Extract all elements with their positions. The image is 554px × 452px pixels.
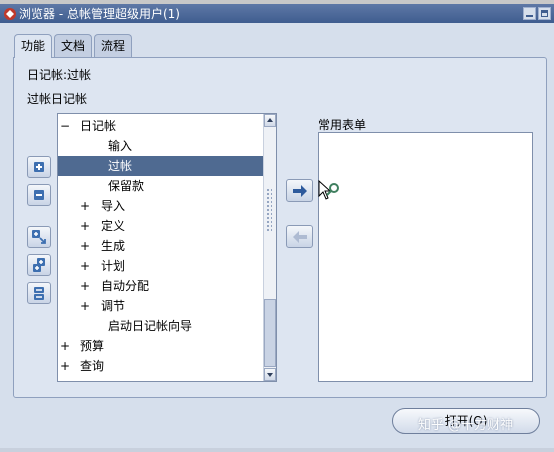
tab-bar: 功能 文档 流程 <box>14 34 134 58</box>
expand-all-icon <box>33 258 45 272</box>
tree-item-post[interactable]: 过帐 <box>58 156 264 176</box>
expand-branch-button[interactable] <box>27 226 51 248</box>
expand-toggle-icon[interactable]: + <box>80 256 90 276</box>
scroll-up-button[interactable] <box>264 114 276 127</box>
tree-item-generate[interactable]: + 生成 <box>58 236 264 256</box>
favorites-list[interactable] <box>318 132 533 382</box>
minimize-button[interactable] <box>523 7 536 20</box>
tree-item-label: 计划 <box>101 259 126 273</box>
expand-toggle-icon[interactable]: + <box>60 336 70 356</box>
tree-item-enter[interactable]: 输入 <box>58 136 264 156</box>
tree-item-label: 过帐 <box>108 159 133 173</box>
expand-toggle-icon[interactable]: + <box>80 196 90 216</box>
watermark-text: 知乎 @十方财神 <box>418 418 514 433</box>
expand-toggle-icon[interactable]: + <box>80 296 90 316</box>
tree-item-budgets[interactable]: + 预算 <box>58 336 264 356</box>
collapse-toggle-icon[interactable]: − <box>60 116 70 136</box>
function-tree[interactable]: − 日记帐 输入 过帐 保留款 + 导入 + 定义 + 生成 + 计划 + 自动… <box>57 113 277 382</box>
collapse-all-icon <box>34 287 44 300</box>
triangle-up-icon <box>267 118 273 122</box>
tree-item-inquiry[interactable]: + 查询 <box>58 356 264 376</box>
tree-item-label: 调节 <box>101 299 126 313</box>
arrow-right-icon <box>292 184 307 197</box>
tree-item-label: 自动分配 <box>101 279 150 293</box>
tree-item-label: 输入 <box>108 139 133 153</box>
expand-all-button[interactable] <box>27 254 51 276</box>
tree-item-journals[interactable]: − 日记帐 <box>58 116 264 136</box>
tree-scrollbar[interactable] <box>263 114 276 381</box>
expand-toggle-icon[interactable]: + <box>60 356 70 376</box>
triangle-down-icon <box>267 373 273 377</box>
title-bar: 浏览器 - 总帐管理超级用户(1) <box>0 4 554 23</box>
tree-item-reserve[interactable]: 保留款 <box>58 176 264 196</box>
bottom-strip <box>0 448 554 452</box>
add-to-favorites-button[interactable] <box>286 179 313 202</box>
maximize-button[interactable] <box>538 7 551 20</box>
tree-item-define[interactable]: + 定义 <box>58 216 264 236</box>
tree-item-label: 启动日记帐向导 <box>108 319 193 333</box>
tree-item-reconcile[interactable]: + 调节 <box>58 296 264 316</box>
tree-item-label: 定义 <box>101 219 126 233</box>
expand-toggle-icon[interactable]: + <box>80 236 90 256</box>
splitter-grip[interactable] <box>266 188 272 232</box>
mouse-cursor-icon <box>318 180 339 200</box>
tree-item-label: 保留款 <box>108 179 145 193</box>
tab-functions[interactable]: 功能 <box>14 34 53 58</box>
tree-item-label: 日记帐 <box>80 119 117 133</box>
window-title: 浏览器 - 总帐管理超级用户(1) <box>19 7 180 21</box>
favorites-label: 常用表单 <box>318 118 367 132</box>
selected-function-label: 过帐日记帐 <box>27 92 88 106</box>
tab-documents[interactable]: 文档 <box>54 34 93 57</box>
minus-icon <box>34 190 44 200</box>
expand-button[interactable] <box>27 156 51 178</box>
tree-item-label: 导入 <box>101 199 126 213</box>
collapse-all-button[interactable] <box>27 282 51 304</box>
expand-toggle-icon[interactable]: + <box>80 216 90 236</box>
remove-from-favorites-button[interactable] <box>286 225 313 248</box>
tree-item-autoallocation[interactable]: + 自动分配 <box>58 276 264 296</box>
arrow-left-icon <box>292 230 307 243</box>
scroll-thumb[interactable] <box>264 299 276 367</box>
scroll-down-button[interactable] <box>264 368 276 381</box>
tree-item-label: 预算 <box>80 339 105 353</box>
tree-item-schedule[interactable]: + 计划 <box>58 256 264 276</box>
tree-item-label: 生成 <box>101 239 126 253</box>
expand-toggle-icon[interactable]: + <box>80 276 90 296</box>
plus-icon <box>34 162 44 172</box>
journal-path-label: 日记帐:过帐 <box>27 68 92 82</box>
tree-item-journal-wizard[interactable]: 启动日记帐向导 <box>58 316 264 336</box>
tree-item-label: 查询 <box>80 359 105 373</box>
expand-branch-icon <box>32 230 46 244</box>
tree-item-import[interactable]: + 导入 <box>58 196 264 216</box>
collapse-button[interactable] <box>27 184 51 206</box>
app-icon <box>4 7 16 20</box>
tab-processes[interactable]: 流程 <box>94 34 133 57</box>
